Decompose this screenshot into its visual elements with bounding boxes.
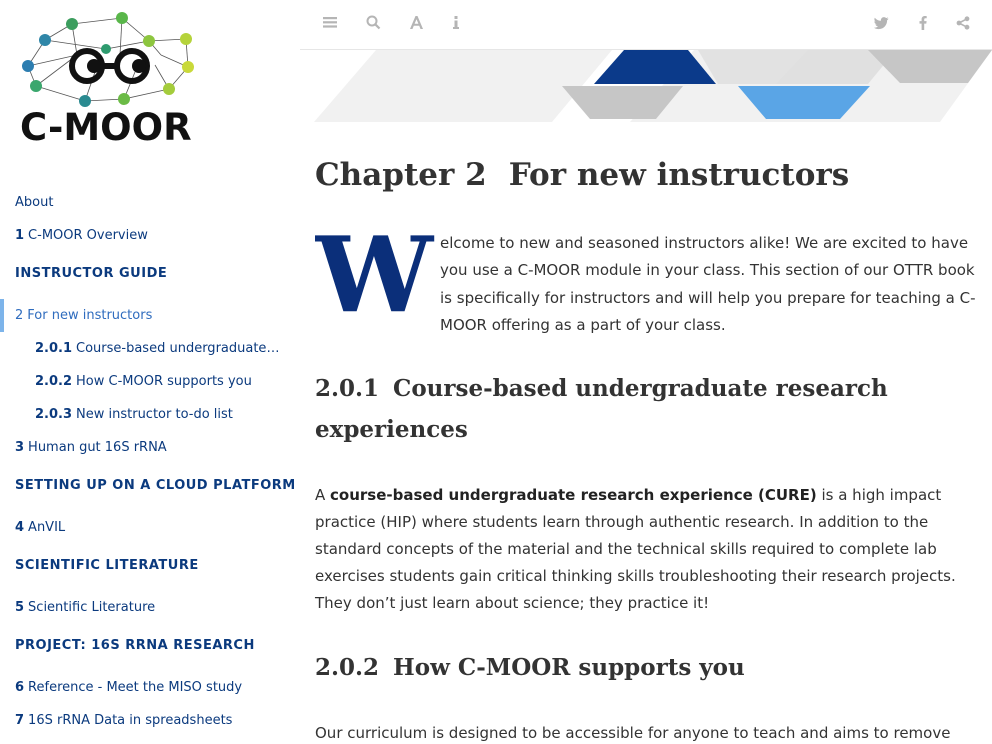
book-toolbar (300, 0, 992, 50)
intro-paragraph: W elcome to new and seasoned instructors… (315, 230, 977, 339)
sidebar-item-number: 6 (15, 680, 25, 695)
intro-text: elcome to new and seasoned instructors a… (440, 234, 976, 334)
sidebar-item-cure[interactable]: 2.0.1Course-based undergraduate research… (0, 332, 300, 365)
facebook-button[interactable] (912, 14, 934, 36)
sidebar-item-label: 16S rRNA Data in spreadsheets (28, 713, 233, 728)
sidebar-item-miso-study[interactable]: 6 Reference - Meet the MISO study (0, 671, 300, 704)
search-icon (366, 15, 380, 30)
list-icon (323, 17, 337, 28)
section-title: Course-based undergraduate research expe… (315, 375, 888, 444)
font-settings-button[interactable] (405, 14, 427, 36)
network-logo-icon (22, 12, 194, 107)
sidebar-item-label: For new instructors (27, 308, 153, 323)
sidebar-item-number: 2.0.1 (35, 341, 73, 356)
sidebar-item-label: About (15, 195, 54, 210)
twitter-button[interactable] (870, 14, 892, 36)
search-button[interactable] (362, 14, 384, 36)
cure-text-post: is a high impact practice (HIP) where st… (315, 486, 956, 613)
sidebar-item-label: Human gut 16S rRNA (28, 440, 167, 455)
section-number: 2.0.2 (315, 654, 380, 682)
dropcap-glyph: W (315, 232, 435, 322)
sidebar-item-new-instructor-todo[interactable]: 2.0.3 New instructor to-do list (0, 398, 300, 431)
sidebar-item-how-c-moor-supports-you[interactable]: 2.0.2 How C-MOOR supports you (0, 365, 300, 398)
sidebar-item-scientific-literature[interactable]: 5 Scientific Literature (0, 591, 300, 624)
section-number: 2.0.1 (315, 375, 380, 403)
sidebar-item-human-gut-16s[interactable]: 3 Human gut 16S rRNA (0, 431, 300, 464)
share-icon (956, 16, 970, 30)
sidebar-item-label: C-MOOR Overview (28, 228, 148, 243)
share-button[interactable] (952, 14, 974, 36)
sidebar-item-about[interactable]: About (0, 186, 300, 219)
sidebar-item-number: 2.0.2 (35, 374, 73, 389)
sidebar-section-header: Project: 16S rRNA Research (15, 638, 255, 653)
chapter-title: For new instructors (508, 157, 850, 193)
info-button[interactable] (445, 14, 467, 36)
sidebar-item-number: 3 (15, 440, 25, 455)
sidebar-item-number: 1 (15, 228, 25, 243)
sidebar-item-number: 2 (15, 308, 24, 323)
info-icon (453, 16, 459, 29)
main-content: Chapter 2 For new instructors W elcome to… (315, 122, 977, 744)
c-moor-logo[interactable]: C-MOOR (15, 10, 210, 155)
cure-paragraph: A course-based undergraduate research ex… (315, 482, 977, 617)
section-title: How C-MOOR supports you (393, 654, 745, 682)
section-heading-cure: 2.0.1 Course-based undergraduate research… (315, 368, 977, 450)
sidebar-item-label: New instructor to-do list (76, 407, 233, 422)
sidebar-section-header: Scientific Literature (15, 558, 199, 573)
chapter-banner (300, 50, 992, 122)
sidebar-nav: About 1 C-MOOR Overview Instructor Guide … (0, 186, 300, 737)
banner-graphic (314, 50, 992, 122)
sidebar-item-16s-spreadsheets[interactable]: 7 16S rRNA Data in spreadsheets (0, 704, 300, 737)
font-icon (409, 16, 423, 29)
chapter-number: Chapter 2 (315, 157, 487, 193)
sidebar-section-header: Instructor Guide (15, 266, 168, 281)
sidebar-item-for-new-instructors[interactable]: 2 For new instructors (0, 299, 300, 332)
page-title: Chapter 2 For new instructors (315, 155, 977, 195)
supports-paragraph: Our curriculum is designed to be accessi… (315, 724, 951, 743)
section-heading-supports: 2.0.2 How C-MOOR supports you (315, 647, 977, 688)
sidebar-item-label: Course-based undergraduate research expe… (76, 341, 300, 356)
sidebar-item-label: Scientific Literature (28, 600, 156, 615)
facebook-icon (919, 16, 927, 30)
sidebar: C-MOOR About 1 C-MOOR Overview Instructor… (0, 0, 300, 744)
sidebar-item-number: 2.0.3 (35, 407, 73, 422)
sidebar-item-number: 7 (15, 713, 25, 728)
sidebar-item-number: 4 (15, 520, 25, 535)
cure-term: course-based undergraduate research expe… (330, 486, 817, 505)
sidebar-section-header: Setting up on a cloud platform (15, 478, 296, 493)
cure-text-pre: A (315, 486, 331, 505)
sidebar-item-label: Reference - Meet the MISO study (28, 680, 243, 695)
sidebar-item-c-moor-overview[interactable]: 1 C-MOOR Overview (0, 219, 300, 252)
logo-text: C-MOOR (20, 106, 192, 149)
twitter-icon (873, 17, 888, 30)
toggle-sidebar-button[interactable] (319, 14, 341, 36)
sidebar-item-label: How C-MOOR supports you (76, 374, 252, 389)
sidebar-item-anvil[interactable]: 4 AnVIL (0, 511, 300, 544)
sidebar-item-number: 5 (15, 600, 25, 615)
sidebar-item-label: AnVIL (28, 520, 66, 535)
dropcap-letter: W (315, 232, 435, 322)
